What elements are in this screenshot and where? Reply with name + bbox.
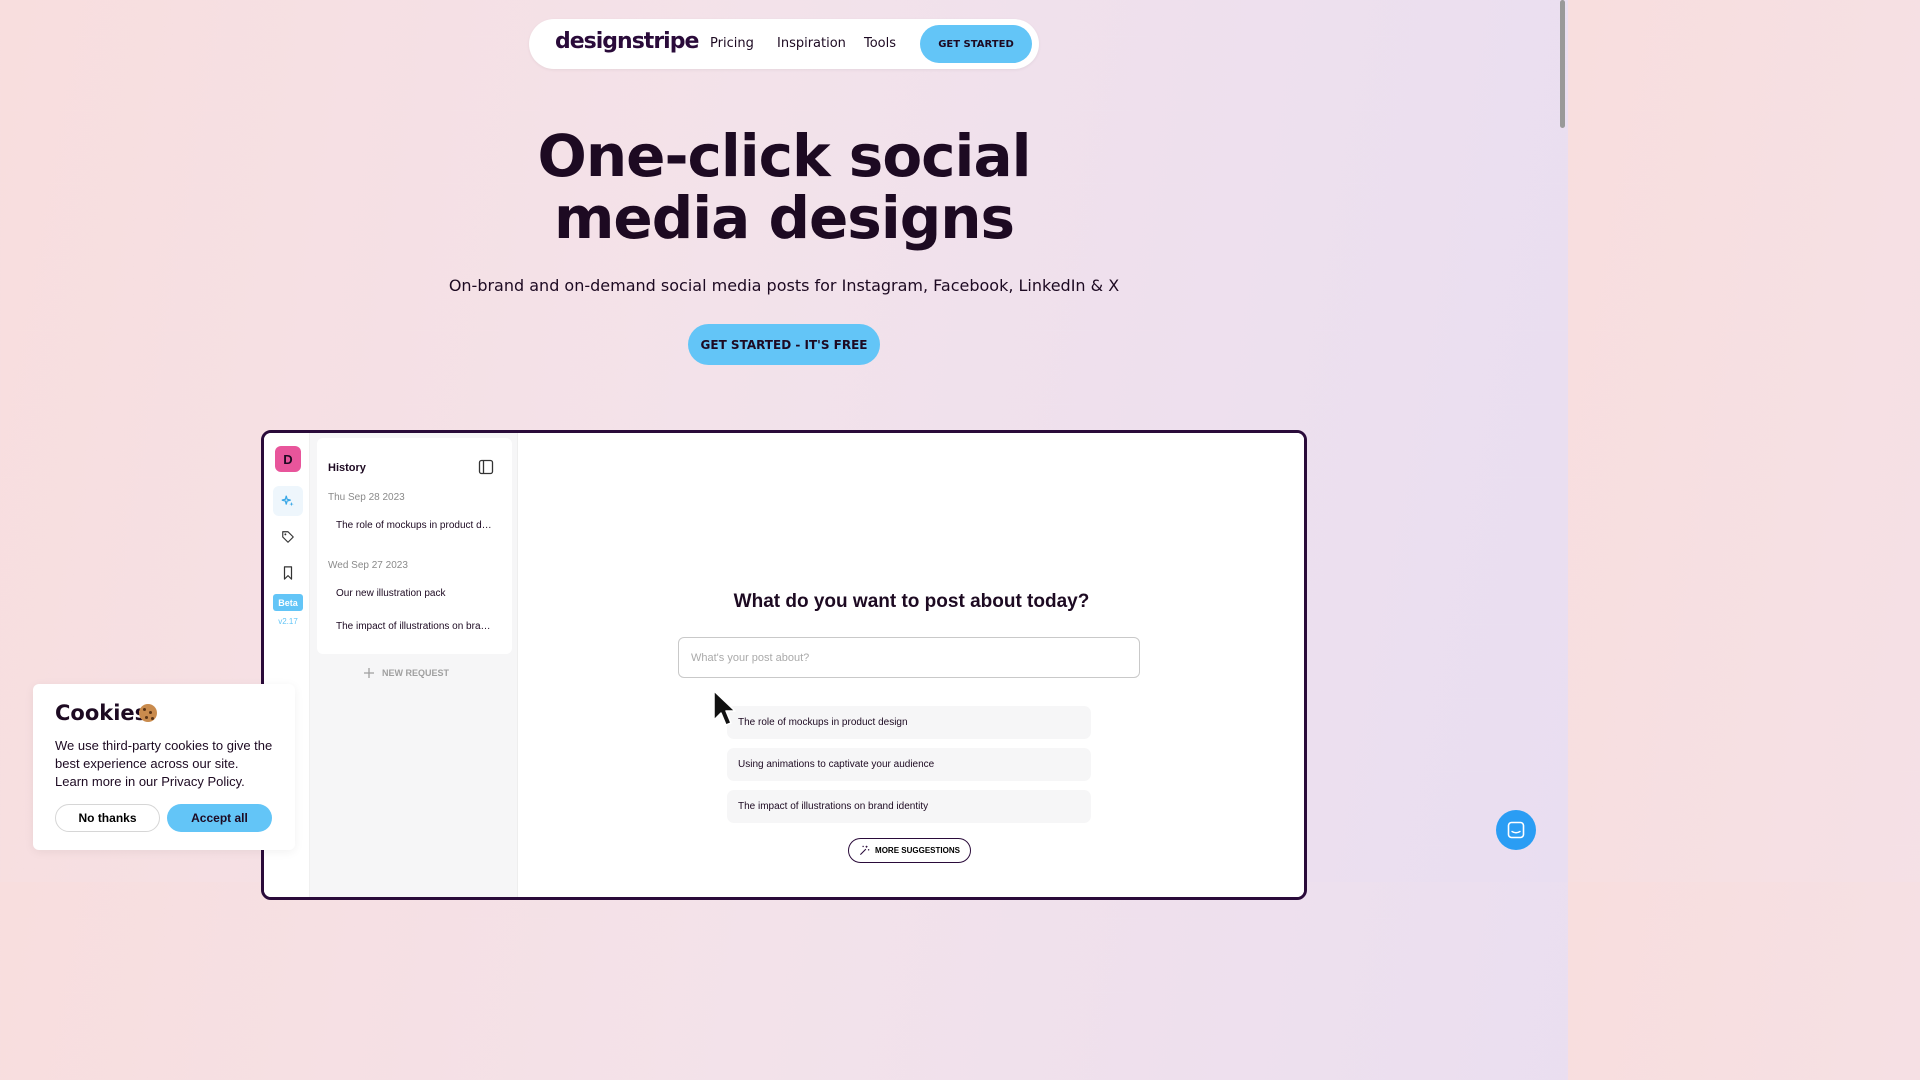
new-request-label: NEW REQUEST [382,668,450,678]
nav-link-tools[interactable]: Tools [864,36,896,51]
history-pane: History Thu Sep 28 2023 The role of mock… [310,433,517,897]
cookie-title: Cookies [55,701,148,725]
logo[interactable]: designstripe [555,29,699,54]
plus-icon [364,668,374,678]
cookie-text: We use third-party cookies to give the b… [55,738,273,789]
hero-title: One-click social media designs [0,125,1568,249]
cookie-icon [139,704,157,722]
bookmark-icon[interactable] [273,558,303,588]
cookie-banner: Cookies We use third-party cookies to gi… [33,684,295,850]
chat-icon [1507,821,1525,839]
top-nav: designstripe Pricing Inspiration Tools G… [529,19,1039,69]
get-started-button[interactable]: GET STARTED [920,25,1032,63]
avatar[interactable]: D [275,446,301,472]
nav-link-pricing[interactable]: Pricing [710,36,754,51]
suggestion-item[interactable]: The role of mockups in product design [727,706,1091,739]
main-pane: What do you want to post about today? Th… [517,433,1304,897]
hero-subtitle: On-brand and on-demand social media post… [448,276,1120,295]
new-request-button[interactable]: NEW REQUEST [364,668,449,678]
beta-badge: Beta [273,594,303,611]
sidebar-toggle-icon[interactable] [478,459,494,480]
more-suggestions-label: MORE SUGGESTIONS [875,846,960,855]
accept-all-button[interactable]: Accept all [167,804,272,832]
hero-get-started-button[interactable]: GET STARTED - IT'S FREE [688,324,880,365]
hero-title-line2: media designs [553,184,1015,252]
chat-widget-button[interactable] [1496,810,1536,850]
history-card: History Thu Sep 28 2023 The role of mock… [317,438,512,654]
tag-icon[interactable] [273,522,303,552]
more-suggestions-button[interactable]: MORE SUGGESTIONS [848,838,971,863]
post-topic-input[interactable] [678,637,1140,678]
sparkle-icon[interactable] [273,486,303,516]
history-item[interactable]: Our new illustration pack [336,588,496,599]
suggestion-item[interactable]: The impact of illustrations on brand ide… [727,790,1091,823]
version-label: v2.17 [278,617,298,626]
no-thanks-button[interactable]: No thanks [55,804,160,832]
magic-wand-icon [860,845,870,856]
history-date: Wed Sep 27 2023 [328,560,408,571]
nav-link-inspiration[interactable]: Inspiration [777,36,846,51]
app-preview: D Beta v2.17 History Thu Sep 28 2023 The… [261,430,1307,900]
history-date: Thu Sep 28 2023 [328,492,405,503]
page-scrollbar[interactable] [1556,0,1568,882]
mouse-cursor-icon [712,690,736,733]
scrollbar-thumb[interactable] [1560,0,1565,128]
hero-title-line1: One-click social [537,122,1032,190]
prompt-question: What do you want to post about today? [733,591,1090,612]
history-title: History [328,462,366,474]
history-item[interactable]: The role of mockups in product design [336,520,496,531]
history-item[interactable]: The impact of illustrations on brand ide… [336,621,496,632]
suggestion-item[interactable]: Using animations to captivate your audie… [727,748,1091,781]
